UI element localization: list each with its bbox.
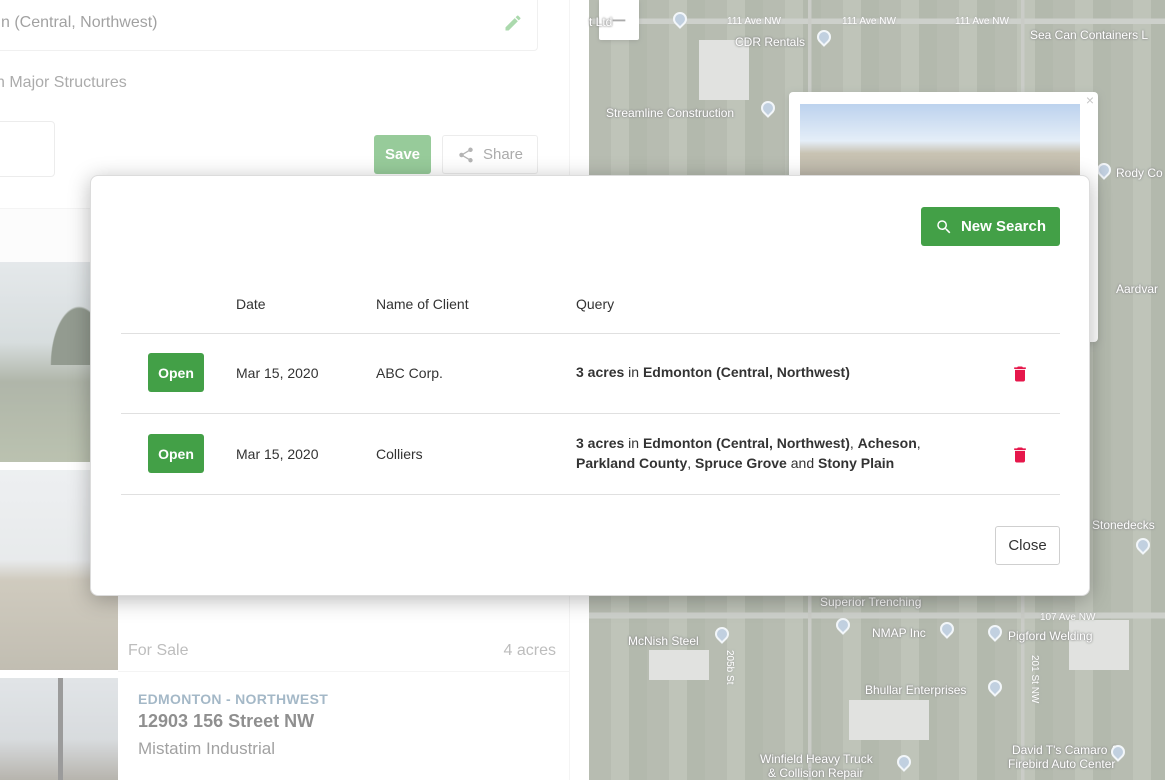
new-search-button[interactable]: New Search	[921, 207, 1060, 246]
query-location: Acheson	[857, 435, 917, 451]
row-query: 3 acres in Edmonton (Central, Northwest)…	[576, 433, 936, 473]
query-connector: in	[624, 435, 643, 451]
query-location: Edmonton (Central, Northwest)	[642, 364, 850, 380]
trash-icon[interactable]	[1010, 444, 1030, 471]
query-location: Edmonton (Central, Northwest)	[642, 435, 850, 451]
query-location: Parkland County	[576, 455, 688, 471]
trash-icon[interactable]	[1010, 363, 1030, 390]
query-connector: in	[624, 364, 643, 380]
row-date: Mar 15, 2020	[236, 365, 319, 381]
saved-searches-modal: New Search Date Name of Client Query Ope…	[90, 175, 1090, 596]
row-query: 3 acres in Edmonton (Central, Northwest)	[576, 362, 936, 382]
open-button[interactable]: Open	[148, 434, 204, 473]
query-size: 3 acres	[576, 435, 625, 451]
query-size: 3 acres	[576, 364, 625, 380]
query-separator: ,	[916, 435, 921, 451]
column-header-query: Query	[576, 296, 615, 312]
table-row: Open Mar 15, 2020 ABC Corp. 3 acres in E…	[121, 333, 1060, 414]
column-header-client: Name of Client	[376, 296, 469, 312]
close-button[interactable]: Close	[995, 526, 1060, 565]
row-date: Mar 15, 2020	[236, 446, 319, 462]
query-location: Stony Plain	[818, 455, 895, 471]
query-separator: ,	[687, 455, 696, 471]
search-icon	[937, 219, 951, 233]
open-button[interactable]: Open	[148, 353, 204, 392]
query-location: Spruce Grove	[695, 455, 787, 471]
column-header-date: Date	[236, 296, 266, 312]
new-search-label: New Search	[960, 218, 1047, 235]
row-client: ABC Corp.	[376, 365, 443, 381]
query-connector: and	[786, 455, 818, 471]
table-row: Open Mar 15, 2020 Colliers 3 acres in Ed…	[121, 414, 1060, 495]
query-separator: ,	[849, 435, 858, 451]
row-client: Colliers	[376, 446, 423, 462]
